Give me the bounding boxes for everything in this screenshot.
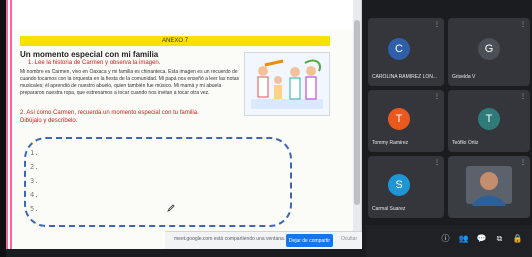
participant-name: Carmal Suarez bbox=[372, 206, 406, 212]
screen-share-bar: meet.google.com está compartiendo una ve… bbox=[165, 231, 362, 249]
more-options-icon[interactable]: ⋮ bbox=[434, 93, 440, 100]
more-options-icon[interactable]: ⋮ bbox=[520, 159, 526, 166]
hide-button[interactable]: Ocultar bbox=[341, 236, 357, 242]
avatar: T bbox=[388, 108, 410, 130]
avatar: T bbox=[478, 108, 500, 130]
line-number-2: 2. bbox=[30, 163, 39, 171]
participant-name: Tommy Ramirez bbox=[372, 140, 409, 146]
host-controls-icon[interactable]: 🔒 bbox=[512, 233, 523, 244]
self-video bbox=[448, 156, 530, 218]
participant-tile[interactable]: ⋮ C CAROLINA RAMIREZ LON... bbox=[368, 18, 444, 86]
instruction-3: Dibújalo y descríbelo. bbox=[20, 118, 78, 124]
avatar: G bbox=[478, 38, 500, 60]
participant-tile[interactable]: ⋮ S Carmal Suarez bbox=[368, 156, 444, 218]
share-status-text: meet.google.com está compartiendo una ve… bbox=[174, 236, 286, 242]
story-paragraph: Mi nombre es Carmen, vivo en Oaxaca y mi… bbox=[20, 69, 240, 96]
more-options-icon[interactable]: ⋮ bbox=[520, 21, 526, 28]
participant-tile[interactable]: ⋮ T Teófilo Ortiz bbox=[448, 90, 530, 152]
screen: ANEXO 7 Un momento especial con mi famil… bbox=[0, 0, 532, 257]
family-image bbox=[245, 53, 329, 115]
page-title: Un momento especial con mi familia bbox=[20, 50, 159, 59]
line-number-5: 5. bbox=[30, 205, 39, 213]
participant-name: Teófilo Ortiz bbox=[452, 140, 479, 146]
scroll-thumb[interactable] bbox=[354, 20, 360, 205]
participant-name: Griselda V bbox=[452, 74, 476, 80]
line-number-3: 3. bbox=[30, 177, 39, 185]
decorative-border bbox=[6, 0, 14, 249]
activities-icon[interactable]: ⧉ bbox=[494, 233, 505, 244]
numbered-lines: 1. 2. 3. 4. 5. bbox=[30, 146, 38, 216]
document-scrollbar[interactable] bbox=[353, 0, 361, 249]
line-number-4: 4. bbox=[30, 191, 39, 199]
annex-label: ANEXO 7 bbox=[161, 38, 188, 44]
stop-sharing-button[interactable]: Dejar de compartir bbox=[286, 234, 333, 247]
participant-name: CAROLINA RAMIREZ LON... bbox=[372, 74, 438, 80]
pencil-icon bbox=[167, 199, 175, 212]
info-icon[interactable]: ⓘ bbox=[440, 233, 451, 244]
drawing-area[interactable] bbox=[24, 137, 292, 227]
self-view-tile[interactable]: ⋮ bbox=[448, 156, 530, 218]
meeting-toolbar: ⓘ 👥 💬 ⧉ 🔒 bbox=[366, 225, 532, 257]
instruction-2: 2. Así como Carmen, recuerda un momento … bbox=[20, 110, 199, 116]
instruction-1: 1. Lee la historia de Carmen y observa l… bbox=[28, 60, 161, 66]
document-top-area bbox=[6, 0, 361, 30]
participant-tile[interactable]: ⋮ G Griselda V bbox=[448, 18, 530, 86]
participant-tile[interactable]: ⋮ T Tommy Ramirez bbox=[368, 90, 444, 152]
more-options-icon[interactable]: ⋮ bbox=[434, 159, 440, 166]
more-options-icon[interactable]: ⋮ bbox=[520, 93, 526, 100]
family-illustration bbox=[244, 52, 330, 116]
avatar: S bbox=[388, 174, 410, 196]
more-options-icon[interactable]: ⋮ bbox=[434, 21, 440, 28]
shared-document-window[interactable]: ANEXO 7 Un momento especial con mi famil… bbox=[6, 0, 362, 249]
people-icon[interactable]: 👥 bbox=[458, 233, 469, 244]
line-number-1: 1. bbox=[30, 149, 39, 157]
annex-banner: ANEXO 7 bbox=[20, 36, 330, 46]
avatar: C bbox=[388, 38, 410, 60]
chat-icon[interactable]: 💬 bbox=[476, 233, 487, 244]
